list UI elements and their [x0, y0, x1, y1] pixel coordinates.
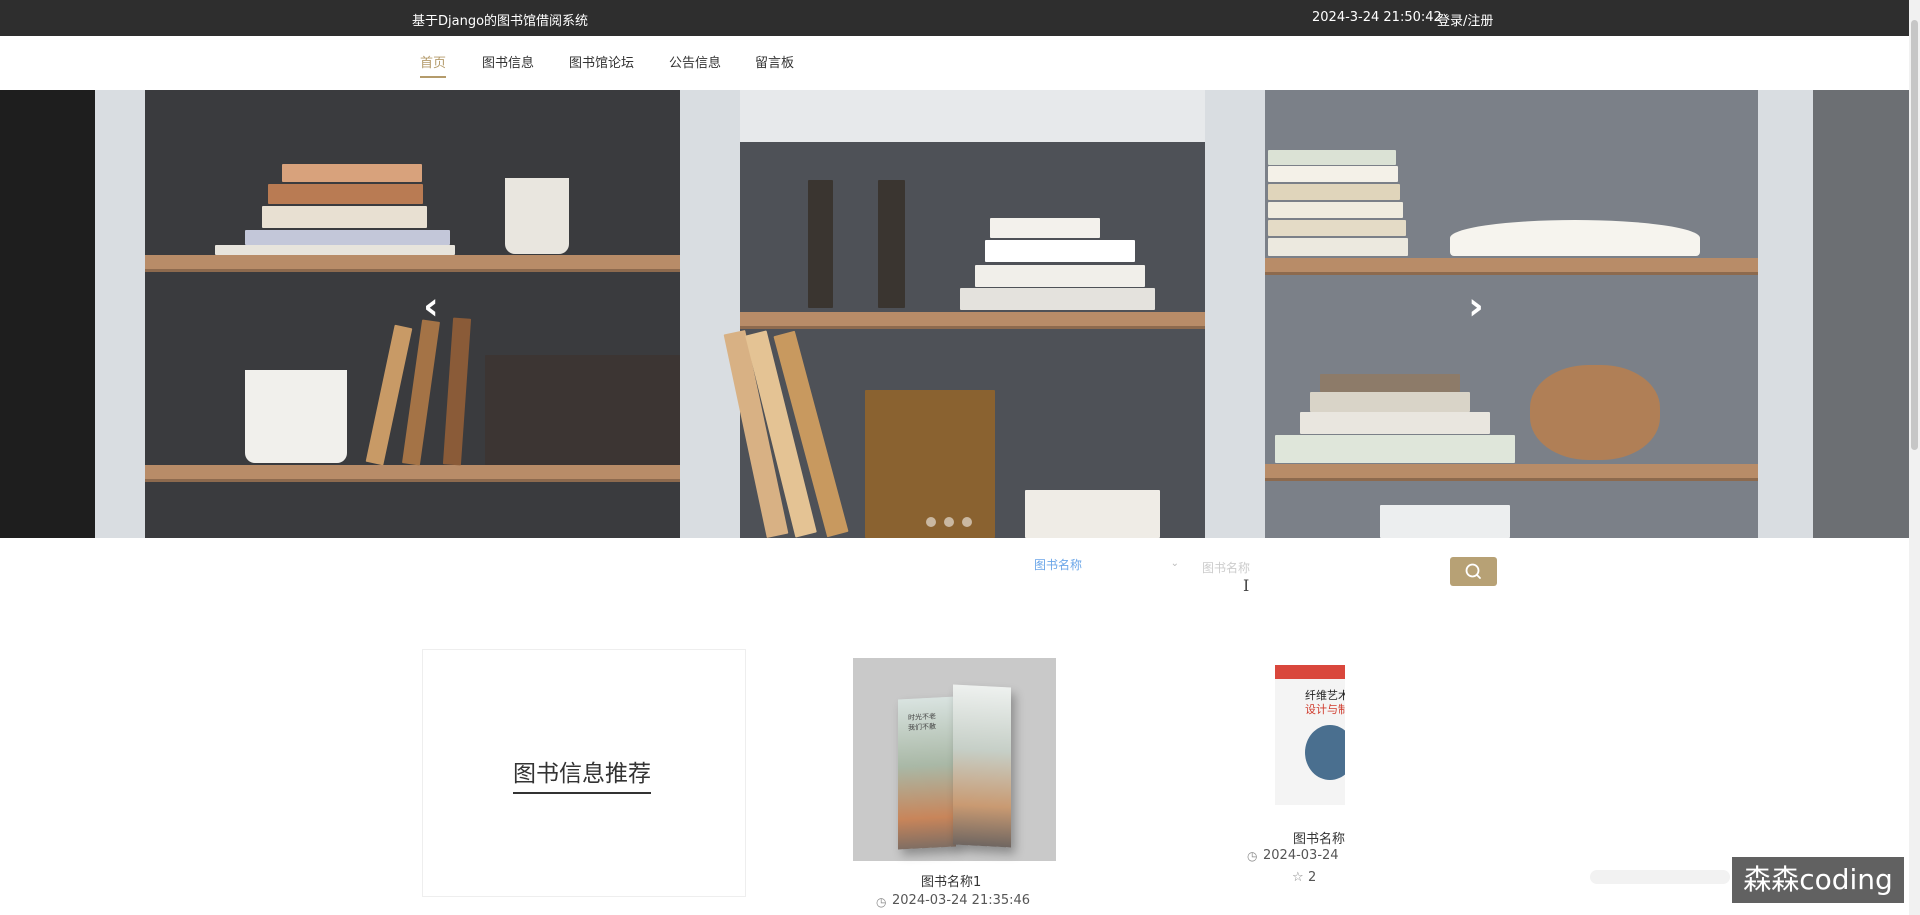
nav-item-label: 公告信息: [669, 56, 722, 71]
top-bar: 基于Django的图书馆借阅系统 2024-3-24 21:50:42 登录/注…: [0, 0, 1909, 36]
page-scrollbar[interactable]: [1909, 0, 1920, 915]
stacked-book: [268, 184, 423, 204]
shelf-top: [740, 90, 1210, 142]
carousel-indicators: [926, 512, 980, 531]
stacked-book: [1320, 374, 1460, 392]
stacked-book: [1310, 392, 1470, 412]
carousel-dot[interactable]: [944, 517, 954, 527]
stacked-book: [1300, 412, 1490, 434]
book-name[interactable]: 图书名称1: [921, 871, 981, 890]
stacked-book: [1268, 150, 1396, 165]
carousel-dot[interactable]: [926, 517, 936, 527]
chevron-down-icon: ⌄: [1170, 558, 1179, 569]
stacked-book: [1380, 505, 1510, 538]
carousel-prev-button[interactable]: ‹: [411, 286, 451, 326]
binoculars: [878, 180, 905, 308]
binoculars: [808, 180, 833, 308]
banner-carousel[interactable]: ‹ ›: [0, 90, 1909, 538]
stacked-book: [985, 240, 1135, 262]
stacked-book: [1025, 490, 1160, 538]
banner-wall-right: [1813, 90, 1909, 538]
search-field-select[interactable]: 图书名称 ⌄: [1034, 556, 1179, 580]
stacked-book: [960, 288, 1155, 310]
banner-wall-left: [0, 90, 95, 538]
star-icon: ☆: [1292, 870, 1304, 885]
clock: 2024-3-24 21:50:42: [1312, 10, 1442, 25]
chevron-right-icon: ›: [1468, 284, 1484, 328]
chevron-left-icon: ‹: [423, 284, 439, 328]
text-cursor-icon: I: [1243, 576, 1250, 595]
plant-pot: [505, 178, 569, 254]
stacked-book: [975, 265, 1145, 287]
stacked-book: [1268, 238, 1408, 256]
stacked-book: [215, 245, 455, 255]
clock-icon: ◷: [876, 895, 887, 909]
book-likes: 2: [1308, 870, 1317, 885]
active-underline: [420, 76, 447, 78]
book-time: 2024-03-24 21:35:46: [892, 893, 1031, 908]
wood-shelf: [740, 312, 1205, 326]
shelf-frame: [680, 90, 740, 538]
shelf-frame: [95, 90, 145, 538]
search-input[interactable]: [1200, 553, 1444, 583]
stacked-book: [245, 230, 450, 245]
stacked-book: [1268, 184, 1400, 200]
main-nav: 首页 图书信息 图书馆论坛 公告信息 留言板: [0, 36, 1909, 91]
book-name[interactable]: 图书名称: [1293, 828, 1345, 847]
nav-item-label: 首页: [420, 56, 447, 71]
shelf-frame: [1205, 90, 1265, 538]
nav-item-notices[interactable]: 公告信息: [669, 52, 721, 78]
nav-item-books[interactable]: 图书信息: [482, 52, 534, 78]
carousel-dot[interactable]: [962, 517, 972, 527]
search-field-value: 图书名称: [1034, 558, 1083, 572]
nav-item-label: 图书馆论坛: [569, 56, 635, 71]
site-title: 基于Django的图书馆借阅系统: [412, 14, 589, 29]
stacked-book: [1268, 166, 1398, 182]
wooden-box: [485, 355, 680, 465]
login-register-link[interactable]: 登录/注册: [1437, 10, 1493, 29]
stacked-book: [1275, 435, 1515, 463]
book-time: 2024-03-24: [1263, 848, 1339, 863]
nav-item-messages[interactable]: 留言板: [755, 52, 794, 78]
dried-flowers: [1530, 365, 1660, 460]
stacked-book: [1268, 202, 1403, 218]
blurred-text: [1590, 870, 1730, 884]
shelf-frame: [1758, 90, 1813, 538]
clock-icon: ◷: [1247, 849, 1258, 863]
nav-item-label: 留言板: [755, 56, 795, 71]
book-cover-art: [953, 684, 1011, 848]
recommend-card: 图书信息推荐: [422, 649, 746, 897]
stacked-book: [1268, 220, 1406, 236]
stacked-book: [262, 206, 427, 228]
watermark: 森森coding: [1732, 857, 1904, 903]
plant-pot: [245, 370, 347, 463]
search-icon: [1465, 563, 1481, 579]
recommend-title: 图书信息推荐: [513, 754, 651, 794]
wood-shelf: [1265, 258, 1758, 272]
nav-item-label: 图书信息: [482, 56, 535, 71]
book-cover-title: 时光不老 我们不散: [908, 712, 936, 733]
nav-item-forum[interactable]: 图书馆论坛: [569, 52, 634, 78]
wood-shelf: [1265, 464, 1758, 478]
cover-line: 我们不散: [908, 722, 936, 732]
search-button[interactable]: [1450, 557, 1497, 586]
carousel-next-button[interactable]: ›: [1456, 286, 1496, 326]
wood-shelf: [145, 465, 680, 479]
stacked-book: [990, 218, 1100, 238]
nav-item-home[interactable]: 首页: [420, 52, 447, 78]
stacked-book: [282, 164, 422, 182]
scrollbar-thumb[interactable]: [1911, 20, 1918, 450]
wood-shelf: [145, 255, 680, 269]
book-cover-art: 时光不老 我们不散: [898, 696, 956, 850]
book-cover[interactable]: 时光不老 我们不散: [853, 658, 1056, 861]
open-book: [1450, 220, 1700, 256]
